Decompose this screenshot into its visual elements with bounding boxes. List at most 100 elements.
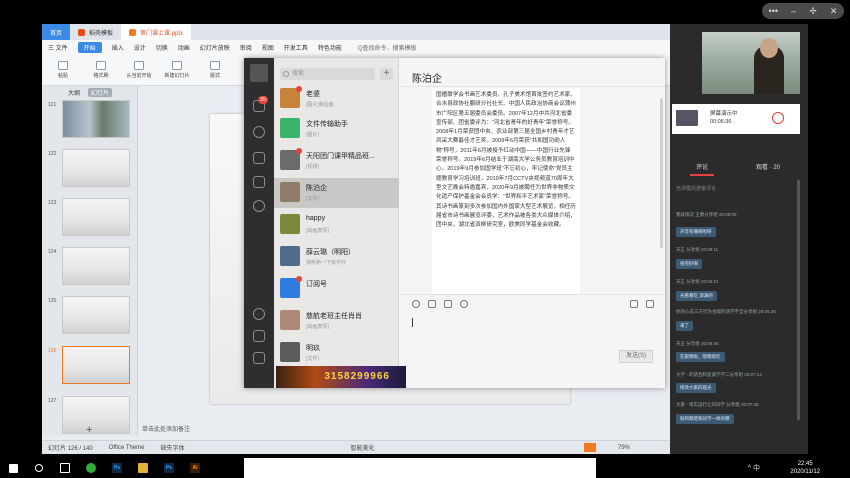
taskbar-search[interactable]: [26, 458, 52, 478]
conversation-preview: 我听她一下就不吵: [306, 260, 347, 266]
moments-icon[interactable]: [253, 200, 265, 212]
slide-thumb-125[interactable]: 125: [42, 296, 138, 338]
chat-history-icon[interactable]: [460, 300, 468, 308]
conversation-name: happy: [306, 215, 326, 222]
slide-thumb-121[interactable]: 121: [42, 100, 138, 142]
slide-thumb-126[interactable]: 126: [42, 346, 138, 388]
tab-templates-label: 稻壳模板: [89, 30, 114, 37]
slide-thumb-124[interactable]: 124: [42, 247, 138, 289]
menu-start[interactable]: 开始: [77, 41, 102, 53]
zoom-level[interactable]: 79%: [618, 445, 630, 451]
contacts-icon[interactable]: [253, 126, 265, 138]
more-icon[interactable]: •••: [769, 6, 778, 16]
menu-transition[interactable]: 切换: [156, 43, 168, 52]
play-current-button[interactable]: 从当前开始: [124, 60, 154, 79]
command-search[interactable]: Q查找命令、搜索模板: [358, 43, 417, 52]
template-icon: [78, 28, 86, 36]
tab-comments[interactable]: 评论: [696, 162, 708, 171]
chat-search-input[interactable]: 搜索: [280, 68, 375, 80]
slide-thumb-123[interactable]: 123: [42, 198, 138, 240]
emoji-icon[interactable]: [412, 300, 420, 308]
menu-insert[interactable]: 插入: [112, 43, 124, 52]
paste-button[interactable]: 粘贴: [48, 60, 78, 79]
play-slideshow-button[interactable]: [583, 443, 596, 452]
comment-text: 修改大家的观光: [676, 383, 716, 393]
menu-file[interactable]: 三 文件: [48, 43, 68, 52]
folder-icon: [138, 463, 148, 473]
thumb-image: [62, 247, 130, 285]
folder-icon[interactable]: [428, 300, 436, 308]
menu-review[interactable]: 审阅: [240, 43, 252, 52]
start-button[interactable]: [0, 458, 26, 478]
conversation-preview: [动画表情]: [306, 228, 329, 234]
message-scrollbar[interactable]: [660, 98, 663, 248]
paste-label: 粘贴: [57, 72, 68, 79]
stop-share-button[interactable]: [772, 112, 784, 124]
tab-templates[interactable]: 稻壳模板: [70, 24, 121, 40]
menu-view[interactable]: 视图: [262, 43, 274, 52]
taskbar-app-ps2[interactable]: Ps: [156, 458, 182, 478]
system-tray[interactable]: ^ 中: [748, 463, 760, 473]
conversation-item[interactable]: 老婆 [图片]我后面: [274, 84, 399, 114]
phone-call-icon[interactable]: [630, 300, 638, 308]
phone-icon[interactable]: [253, 330, 265, 342]
missing-font-button[interactable]: 缺失字体: [161, 443, 185, 452]
conversation-item[interactable]: 明玖 [文件]: [274, 338, 399, 368]
tab-outline[interactable]: 大纲: [68, 88, 80, 97]
conversation-item[interactable]: 天阳团门课甲精品班... [视频]: [274, 146, 399, 176]
close-icon[interactable]: ✕: [830, 6, 838, 17]
my-avatar[interactable]: [250, 64, 268, 82]
taskbar-app-ai[interactable]: Ai: [182, 458, 208, 478]
menu-animation[interactable]: 动画: [178, 43, 190, 52]
send-button[interactable]: 发送(S): [619, 350, 653, 363]
format-painter-button[interactable]: 格式刷: [86, 60, 116, 79]
files-icon[interactable]: [253, 176, 265, 188]
menu-slideshow[interactable]: 幻灯片放映: [200, 43, 230, 52]
layout-button[interactable]: 版式: [200, 60, 230, 79]
conversation-item[interactable]: 订阅号: [274, 274, 399, 304]
conversation-item[interactable]: 慈航老班主任肖肖 [动画表情]: [274, 306, 399, 336]
comment-hint: 光评模风游客评论 ·: [676, 186, 720, 192]
menu-developer[interactable]: 开发工具: [284, 43, 308, 52]
conversation-preview: [文件]: [306, 356, 319, 362]
conversation-name: 明玖: [306, 345, 320, 352]
miniprogram-icon[interactable]: [253, 308, 265, 320]
taskbar-app-360[interactable]: [78, 458, 104, 478]
taskbar-app-ps[interactable]: Ps: [104, 458, 130, 478]
tab-viewers[interactable]: 观看 · 20: [756, 162, 780, 171]
thumb-image: [62, 149, 130, 187]
favorites-icon[interactable]: [253, 152, 265, 164]
tab-home[interactable]: 首页: [42, 24, 71, 40]
conversation-item-selected[interactable]: 陈泊企 [文件]: [274, 178, 399, 208]
scissors-icon[interactable]: [444, 300, 452, 308]
notes-field[interactable]: 单击此处添加备注: [142, 424, 190, 433]
task-view-icon: [60, 463, 70, 473]
tab-document[interactable]: 第门课上课.pptx: [121, 24, 192, 40]
task-view-button[interactable]: [52, 458, 78, 478]
comment-meta: 你的心态三方行为也观的请学不全分享组 20:06:35: [676, 309, 776, 314]
conversation-item[interactable]: 文件传输助手 [图片]: [274, 114, 399, 144]
conversation-name: 薛云璐（明阳）: [306, 249, 355, 256]
taskbar-app-explorer[interactable]: [130, 458, 156, 478]
tab-slides[interactable]: 幻灯片: [88, 87, 113, 97]
minimize-icon[interactable]: –: [791, 6, 796, 16]
new-slide-button[interactable]: 新建幻灯片: [162, 60, 192, 79]
smart-beautify-button[interactable]: 智能美化: [351, 443, 375, 452]
new-chat-button[interactable]: +: [380, 68, 393, 80]
message-input[interactable]: [412, 318, 413, 327]
layout-icon: [210, 60, 220, 70]
thumb-number: 123: [48, 200, 57, 206]
comment-meta: 大家 - 现实运行让的同学 分享组 20:07:40: [676, 402, 759, 407]
add-slide-button[interactable]: +: [86, 424, 92, 436]
comments-scrollbar[interactable]: [797, 180, 800, 420]
menu-icon[interactable]: [253, 352, 265, 364]
browser-360-icon: [86, 463, 96, 473]
menu-features[interactable]: 特色功能: [318, 43, 342, 52]
clock[interactable]: 22:45 2020/11/12: [790, 460, 820, 476]
conversation-item[interactable]: happy [动画表情]: [274, 210, 399, 240]
menu-design[interactable]: 设计: [134, 43, 146, 52]
video-call-icon[interactable]: [646, 300, 654, 308]
conversation-item[interactable]: 薛云璐（明阳） 我听她一下就不吵: [274, 242, 399, 272]
layout-icon[interactable]: ✢: [809, 6, 817, 17]
slide-thumb-122[interactable]: 122: [42, 149, 138, 191]
